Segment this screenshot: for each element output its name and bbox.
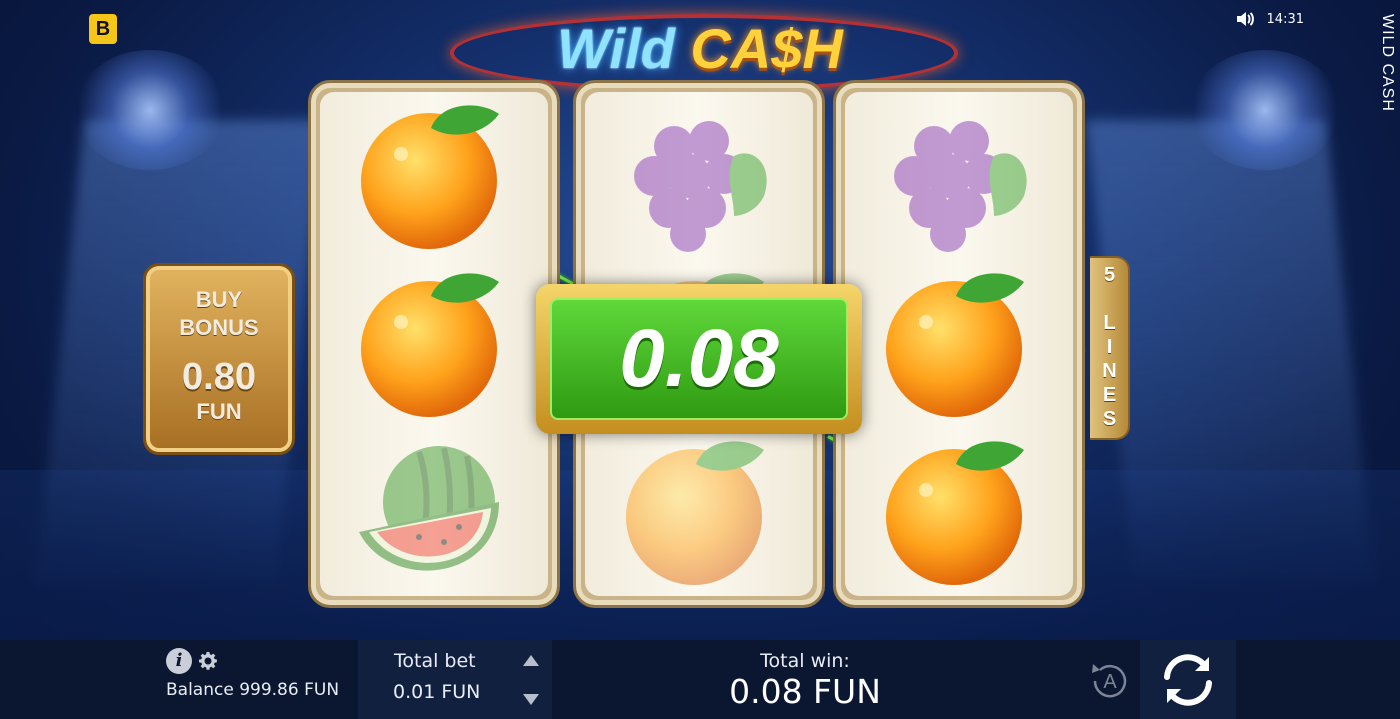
bet-decrease-arrow-icon[interactable]	[523, 694, 539, 705]
orange-icon	[886, 273, 1024, 417]
balance-text: Balance 999.86 FUN	[166, 680, 340, 700]
bet-increase-arrow-icon[interactable]	[523, 655, 539, 666]
total-win-panel: Total win: 0.08 FUN	[700, 650, 910, 711]
info-settings-row: i	[166, 648, 339, 674]
spin-icon	[1164, 653, 1212, 706]
buy-bonus-button[interactable]: BUY BONUS 0.80 FUN	[143, 263, 295, 455]
lines-label: 5 LINES	[1098, 264, 1121, 432]
orange-icon	[626, 441, 764, 585]
info-icon[interactable]: i	[166, 648, 192, 674]
orange-icon	[886, 441, 1024, 585]
autoplay-button[interactable]: A	[1087, 658, 1133, 704]
buy-bonus-currency: FUN	[196, 399, 242, 424]
logo-word-wild: Wild	[557, 17, 675, 80]
lines-indicator: 5 LINES	[1090, 256, 1130, 440]
buy-bonus-line2: BONUS	[179, 315, 259, 340]
total-win-label: Total win:	[760, 650, 850, 672]
gear-icon[interactable]	[198, 651, 218, 671]
right-spotlight	[1190, 50, 1340, 170]
total-win-value: 0.08 FUN	[729, 672, 881, 711]
reel-3	[833, 80, 1085, 608]
win-overlay: 0.08	[536, 284, 862, 434]
symbol-orange	[845, 260, 1073, 428]
symbol-grapes	[845, 92, 1073, 260]
spin-button[interactable]	[1140, 640, 1236, 719]
symbol-orange	[320, 260, 548, 428]
brand-logo-icon: B	[89, 14, 117, 44]
logo-text: Wild CA$H	[450, 16, 950, 81]
orange-icon	[361, 273, 499, 417]
logo-word-cash: CA$H	[690, 17, 843, 80]
total-bet-value: 0.01 FUN	[393, 681, 481, 703]
symbol-orange	[320, 92, 548, 260]
clock: 14:31	[1266, 11, 1304, 27]
watermelon-icon	[359, 446, 499, 571]
orange-icon	[361, 105, 499, 249]
balance-area: i Balance 999.86 FUN	[166, 648, 339, 700]
left-spotlight	[75, 50, 225, 170]
buy-bonus-line1: BUY	[195, 287, 243, 312]
total-bet-label: Total bet	[394, 650, 476, 672]
buy-bonus-title: BUY BONUS	[146, 286, 292, 342]
reel-window	[320, 92, 548, 596]
game-title-vertical: WILD CASH	[1379, 14, 1396, 112]
autoplay-letter: A	[1103, 671, 1117, 693]
status-area: 14:31	[1235, 10, 1304, 28]
total-bet-panel: Total bet 0.01 FUN	[358, 640, 552, 719]
grapes-icon	[894, 121, 1027, 252]
symbol-orange	[585, 428, 813, 596]
symbol-grapes	[585, 92, 813, 260]
win-overlay-inner: 0.08	[550, 298, 848, 420]
symbol-watermelon	[320, 428, 548, 596]
symbol-orange	[845, 428, 1073, 596]
buy-bonus-price: 0.80	[182, 356, 256, 398]
reel-window	[845, 92, 1073, 596]
speaker-icon[interactable]	[1235, 10, 1255, 28]
reel-1	[308, 80, 560, 608]
control-bar: i Balance 999.86 FUN Total bet 0.01 FUN …	[0, 640, 1400, 719]
win-overlay-value: 0.08	[619, 313, 779, 404]
grapes-icon	[634, 121, 767, 252]
